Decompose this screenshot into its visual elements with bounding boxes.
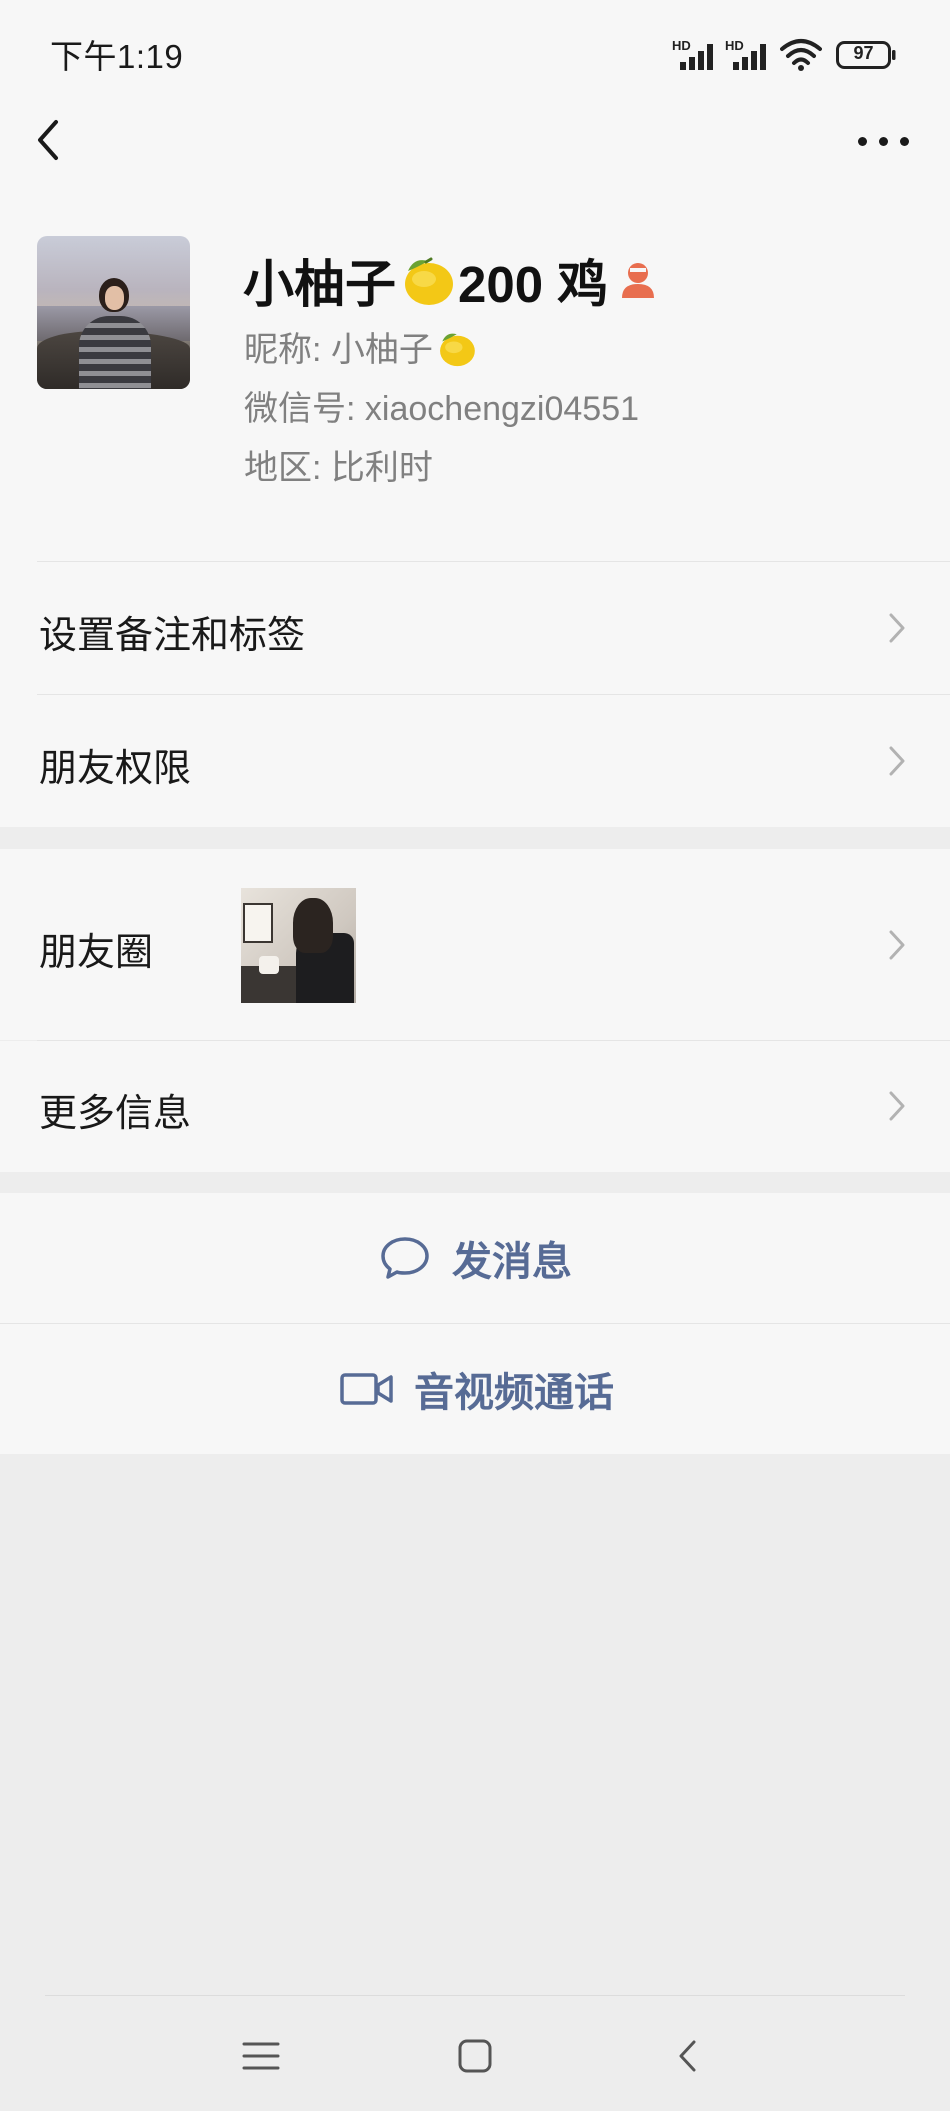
display-name: 小柚子 200 鸡 bbox=[243, 243, 658, 313]
battery-icon: 97 bbox=[836, 41, 896, 69]
moments-row[interactable]: 朋友圈 bbox=[0, 849, 950, 1040]
chevron-right-icon bbox=[889, 930, 905, 960]
menu-icon[interactable] bbox=[238, 2034, 284, 2078]
send-message-label: 发消息 bbox=[452, 1240, 572, 1284]
display-name-suffix: 200 鸡 bbox=[458, 256, 609, 313]
region-line: 地区: 比利时 bbox=[244, 440, 433, 489]
person-badge-icon bbox=[622, 263, 655, 298]
more-info-label: 更多信息 bbox=[39, 1093, 192, 1135]
wechat-id-value: xiaochengzi04551 bbox=[364, 390, 640, 428]
video-camera-icon bbox=[340, 1373, 393, 1405]
nickname-label: 昵称: bbox=[244, 331, 322, 369]
video-call-button[interactable]: 音视频通话 bbox=[0, 1324, 950, 1454]
contact-profile-page: 下午1:19 HD HD 97 小柚子 200 鸡 昵称: 小柚子 微信号: x… bbox=[0, 0, 950, 2111]
back-icon[interactable] bbox=[666, 2034, 712, 2078]
region-label: 地区: bbox=[244, 449, 322, 487]
lemon-emoji-icon bbox=[405, 257, 454, 305]
send-message-button[interactable]: 发消息 bbox=[0, 1193, 950, 1323]
wifi-icon bbox=[780, 39, 822, 71]
status-time: 下午1:19 bbox=[50, 38, 184, 75]
nickname-value: 小柚子 bbox=[330, 331, 433, 369]
lemon-emoji-icon bbox=[439, 333, 475, 367]
video-call-label: 音视频通话 bbox=[414, 1371, 614, 1415]
chat-bubble-icon bbox=[381, 1237, 429, 1279]
status-bar: 下午1:19 HD HD 97 bbox=[0, 0, 950, 110]
remark-tags-row[interactable]: 设置备注和标签 bbox=[0, 562, 950, 694]
more-dots-icon[interactable] bbox=[856, 124, 912, 158]
chevron-right-icon bbox=[889, 613, 905, 643]
moments-label: 朋友圈 bbox=[39, 932, 154, 974]
remark-tags-label: 设置备注和标签 bbox=[39, 615, 306, 657]
more-info-row[interactable]: 更多信息 bbox=[0, 1041, 950, 1172]
avatar[interactable] bbox=[37, 236, 190, 389]
nav-divider bbox=[45, 1995, 905, 1996]
home-icon[interactable] bbox=[452, 2034, 498, 2078]
chevron-right-icon bbox=[889, 1091, 905, 1121]
nickname-line: 昵称: 小柚子 bbox=[244, 322, 479, 371]
friend-permissions-label: 朋友权限 bbox=[39, 748, 192, 790]
region-value: 比利时 bbox=[330, 449, 433, 487]
back-arrow-icon[interactable] bbox=[28, 112, 68, 168]
chevron-right-icon bbox=[889, 746, 905, 776]
moments-thumbnail[interactable] bbox=[241, 888, 356, 1003]
display-name-prefix: 小柚子 bbox=[243, 256, 397, 313]
battery-level: 97 bbox=[853, 43, 874, 63]
friend-permissions-row[interactable]: 朋友权限 bbox=[0, 695, 950, 827]
wechat-id-label: 微信号: bbox=[244, 390, 356, 428]
wechat-id-line: 微信号: xiaochengzi04551 bbox=[244, 381, 639, 430]
